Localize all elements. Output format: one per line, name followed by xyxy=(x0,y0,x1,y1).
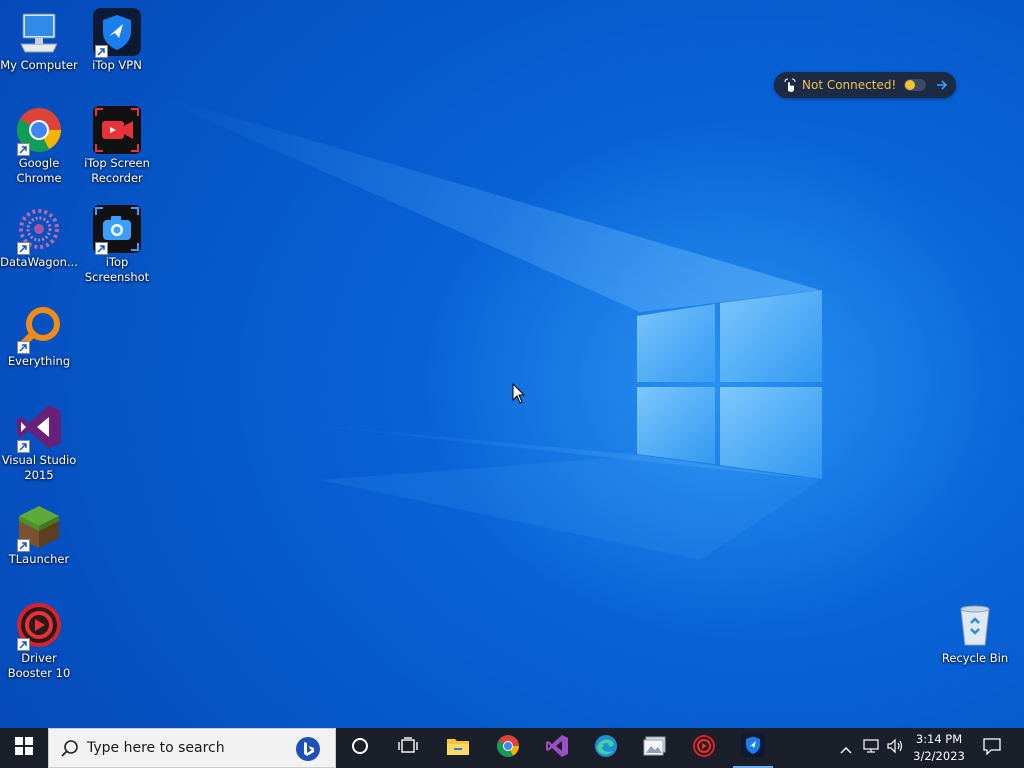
show-hidden-icons-button[interactable] xyxy=(836,728,856,768)
recycle-bin-icon xyxy=(951,601,999,649)
search-placeholder: Type here to search xyxy=(87,740,225,756)
edge-icon xyxy=(594,734,618,762)
desktop-icon-label: Driver Booster 10 xyxy=(7,651,71,680)
notification-icon xyxy=(983,737,1001,759)
shortcut-arrow-icon xyxy=(95,45,108,58)
taskbar-photo-app[interactable] xyxy=(635,728,675,768)
desktop-icon-tlauncher[interactable]: TLauncher xyxy=(0,502,78,567)
datawagon-icon xyxy=(15,205,63,255)
taskbar: Type here to search 3:14 PM 3/2/2023 xyxy=(0,728,1024,768)
shortcut-arrow-icon xyxy=(17,242,30,255)
task-view-icon xyxy=(398,737,418,759)
search-icon xyxy=(61,739,79,757)
taskbar-edge[interactable] xyxy=(586,728,626,768)
grass-block-icon xyxy=(15,502,63,552)
taskbar-driver-booster[interactable] xyxy=(684,728,724,768)
network-tray-button[interactable] xyxy=(860,728,882,768)
desktop-icon-everything[interactable]: Everything xyxy=(0,304,78,369)
desktop-icon-label: iTop VPN xyxy=(92,58,142,72)
itop-vpn-icon xyxy=(93,8,141,58)
task-view-button[interactable] xyxy=(388,728,428,768)
desktop-icon-driver-booster-10[interactable]: Driver Booster 10 xyxy=(0,601,78,681)
screen-recorder-icon xyxy=(93,106,141,154)
vpn-toggle[interactable] xyxy=(904,79,926,91)
desktop-icon-label: DataWagon... xyxy=(0,255,78,269)
taskbar-clock[interactable]: 3:14 PM 3/2/2023 xyxy=(906,731,972,765)
chrome-icon xyxy=(15,106,63,156)
cortana-icon xyxy=(351,737,369,759)
desktop-icon-label: Everything xyxy=(7,354,71,368)
photo-icon xyxy=(643,735,667,761)
desktop-icon-label: iTop Screen Recorder xyxy=(84,156,150,185)
desktop-icon-label: TLauncher xyxy=(8,552,70,566)
taskbar-search-box[interactable]: Type here to search xyxy=(48,728,336,768)
taskbar-chrome[interactable] xyxy=(488,728,528,768)
file-explorer-icon xyxy=(446,736,470,760)
desktop-icon-label: Visual Studio 2015 xyxy=(1,453,77,482)
chevron-up-icon xyxy=(840,739,852,758)
vpn-status-widget[interactable]: Not Connected! xyxy=(774,72,956,98)
taskbar-itop-vpn[interactable] xyxy=(733,728,773,768)
desktop-icon-my-computer[interactable]: My Computer xyxy=(0,8,78,73)
visual-studio-icon xyxy=(545,734,569,762)
shortcut-arrow-icon xyxy=(17,539,30,552)
desktop-icon-label: My Computer xyxy=(0,58,78,72)
shortcut-arrow-icon xyxy=(17,143,30,156)
shortcut-arrow-icon xyxy=(17,638,30,651)
network-icon xyxy=(862,738,880,758)
itop-vpn-icon xyxy=(741,733,765,761)
mouse-cursor xyxy=(512,382,526,409)
clock-date: 3/2/2023 xyxy=(913,749,965,763)
chrome-icon xyxy=(496,734,520,762)
shortcut-arrow-icon xyxy=(17,341,30,354)
volume-tray-button[interactable] xyxy=(884,728,906,768)
computer-icon xyxy=(15,8,63,56)
start-button[interactable] xyxy=(0,728,48,768)
visual-studio-icon xyxy=(15,403,63,453)
desktop-icon-itop-screen-recorder[interactable]: iTop Screen Recorder xyxy=(78,106,156,186)
clock-time: 3:14 PM xyxy=(915,732,963,746)
hand-touch-icon xyxy=(782,77,798,93)
desktop-icon-google-chrome[interactable]: Google Chrome xyxy=(0,106,78,186)
vpn-status-text: Not Connected! xyxy=(802,78,897,92)
windows-start-icon xyxy=(15,737,33,759)
driver-booster-icon xyxy=(15,601,63,651)
shortcut-arrow-icon xyxy=(17,440,30,453)
arrow-right-icon[interactable] xyxy=(934,77,950,97)
desktop-icon-itop-vpn[interactable]: iTop VPN xyxy=(78,8,156,73)
speaker-icon xyxy=(886,738,904,758)
desktop-icon-datawagon[interactable]: DataWagon... xyxy=(0,205,78,270)
magnifier-icon xyxy=(15,304,63,354)
desktop-icon-visual-studio-2015[interactable]: Visual Studio 2015 xyxy=(0,403,78,483)
taskbar-visual-studio[interactable] xyxy=(537,728,577,768)
bing-icon[interactable] xyxy=(295,736,321,762)
desktop-icon-label: Recycle Bin xyxy=(941,651,1009,665)
shortcut-arrow-icon xyxy=(95,242,108,255)
toggle-knob xyxy=(905,80,915,90)
cortana-button[interactable] xyxy=(340,728,380,768)
action-center-button[interactable] xyxy=(976,728,1008,768)
desktop-icon-label: Google Chrome xyxy=(16,156,62,185)
desktop-icon-itop-screenshot[interactable]: iTop Screenshot xyxy=(78,205,156,285)
desktop-icon-label: iTop Screenshot xyxy=(84,255,150,284)
desktop-icon-recycle-bin[interactable]: Recycle Bin xyxy=(936,601,1014,666)
taskbar-file-explorer[interactable] xyxy=(438,728,478,768)
driver-booster-icon xyxy=(692,734,716,762)
screenshot-icon xyxy=(93,205,141,255)
